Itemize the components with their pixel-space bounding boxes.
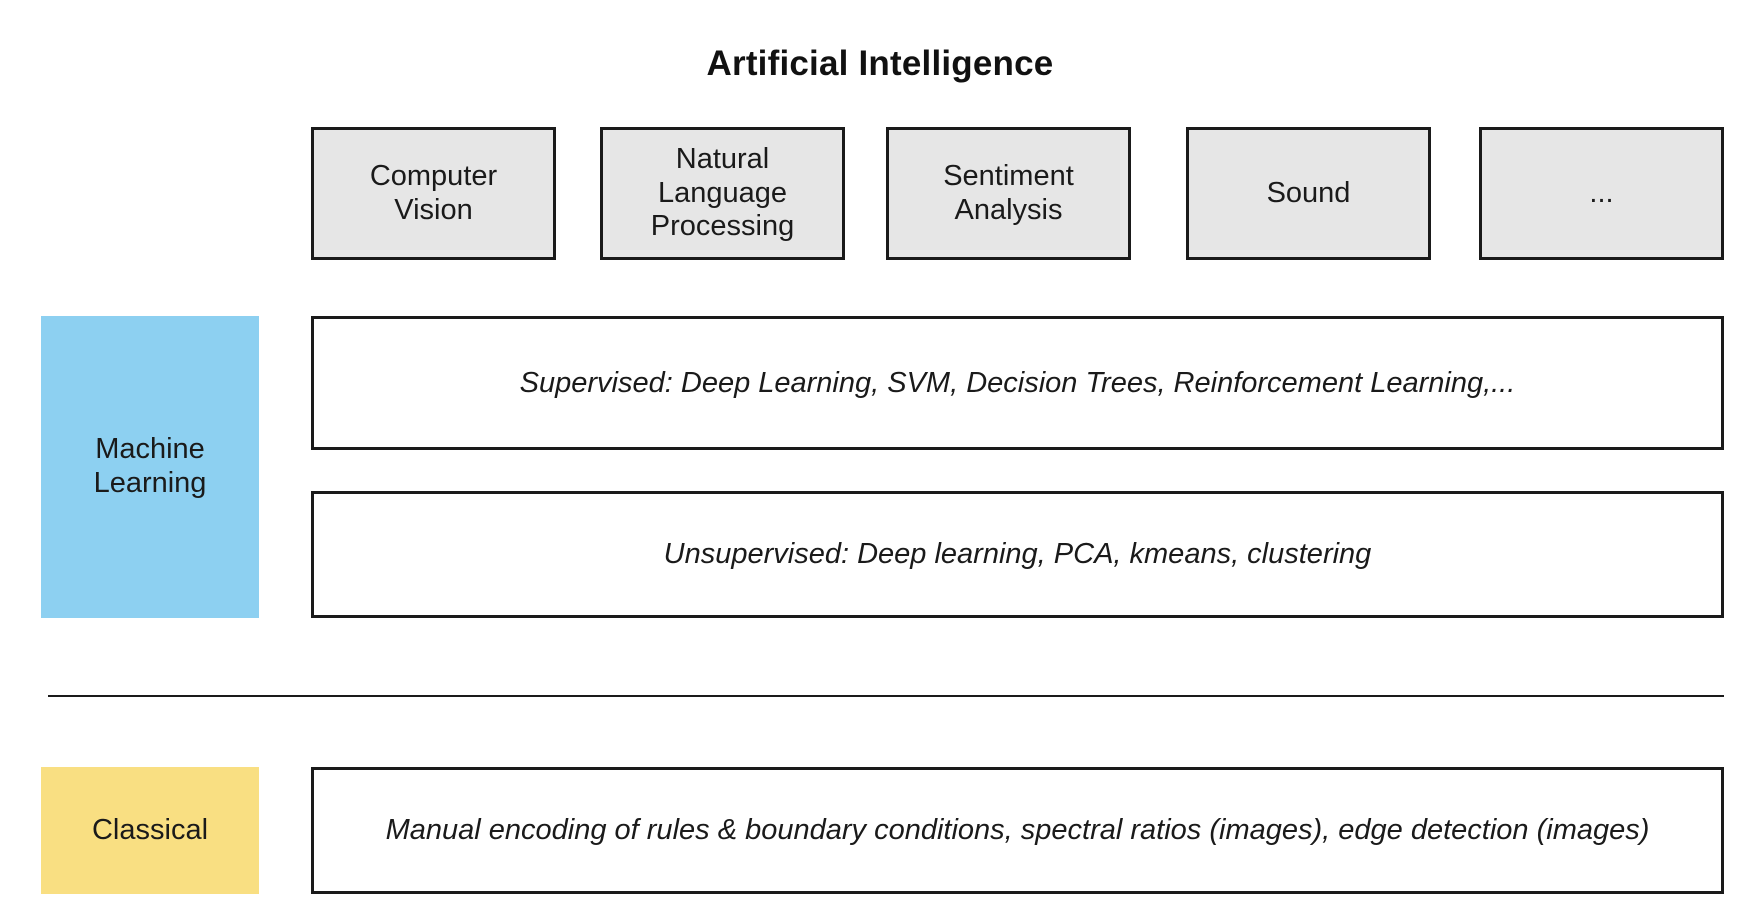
domain-box-computer-vision: Computer Vision bbox=[311, 127, 556, 260]
domain-box-more: ... bbox=[1479, 127, 1724, 260]
classical-methods-box: Manual encoding of rules & boundary cond… bbox=[311, 767, 1724, 894]
domain-label: Sound bbox=[1266, 176, 1351, 209]
classical-label: Classical bbox=[91, 813, 209, 846]
domain-box-sentiment-analysis: Sentiment Analysis bbox=[886, 127, 1131, 260]
domain-label: Computer Vision bbox=[369, 159, 498, 226]
supervised-methods-text: Supervised: Deep Learning, SVM, Decision… bbox=[519, 366, 1516, 399]
diagram-title: Artificial Intelligence bbox=[706, 44, 1054, 83]
domain-box-sound: Sound bbox=[1186, 127, 1431, 260]
domain-label: Sentiment Analysis bbox=[943, 159, 1074, 226]
machine-learning-box: Machine Learning bbox=[41, 316, 259, 618]
unsupervised-methods-text: Unsupervised: Deep learning, PCA, kmeans… bbox=[663, 538, 1372, 570]
domain-label: Natural Language Processing bbox=[650, 142, 795, 243]
supervised-methods-box: Supervised: Deep Learning, SVM, Decision… bbox=[311, 316, 1724, 450]
classical-methods-text: Manual encoding of rules & boundary cond… bbox=[385, 814, 1650, 846]
classical-box: Classical bbox=[41, 767, 259, 894]
machine-learning-label: Machine Learning bbox=[93, 433, 207, 499]
domain-box-natural-language-processing: Natural Language Processing bbox=[600, 127, 845, 260]
unsupervised-methods-box: Unsupervised: Deep learning, PCA, kmeans… bbox=[311, 491, 1724, 618]
section-divider bbox=[48, 695, 1724, 697]
domain-label: ... bbox=[1589, 176, 1614, 209]
